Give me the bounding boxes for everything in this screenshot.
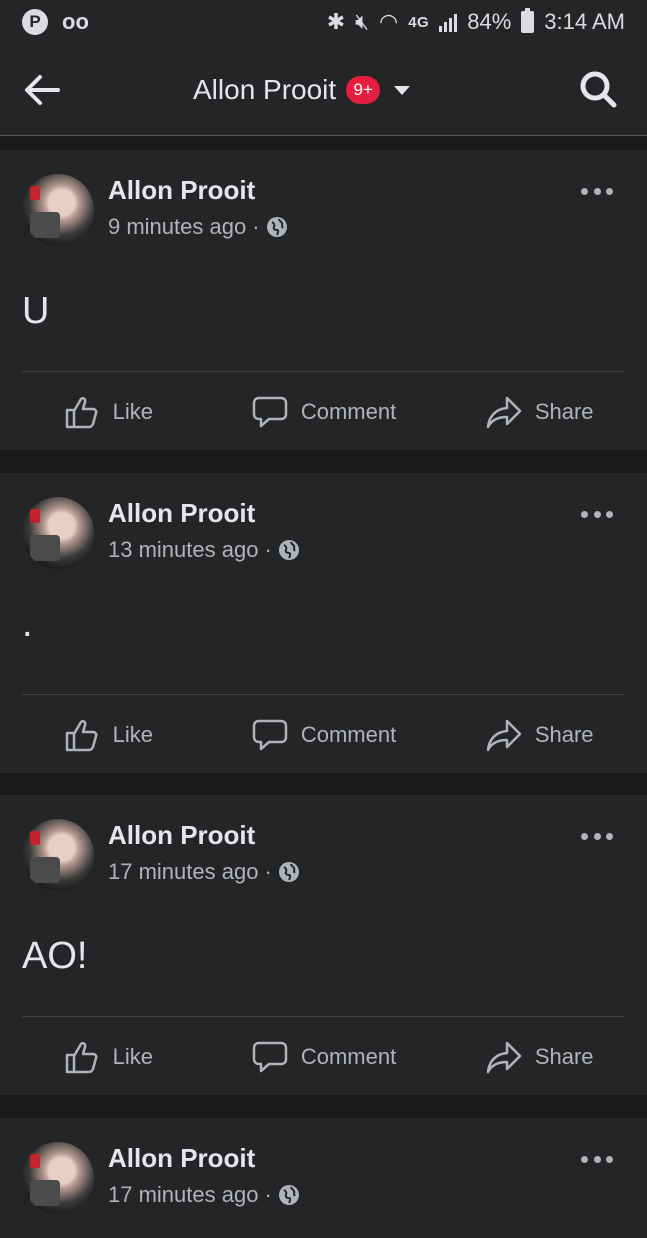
notification-badge: 9+: [346, 76, 381, 104]
search-icon[interactable]: [577, 68, 619, 110]
share-label: Share: [534, 1044, 594, 1069]
mute-icon: 🔇︎: [355, 9, 370, 34]
post-card: Allon Prooit 13 minutes ago · . Like Com…: [0, 473, 647, 773]
author-name[interactable]: Allon Prooit: [108, 498, 255, 529]
comment-icon: [252, 396, 288, 428]
post-card: Allon Prooit 17 minutes ago ·: [0, 1118, 647, 1238]
comment-icon: [252, 719, 288, 751]
post-header: Allon Prooit 13 minutes ago ·: [22, 493, 625, 573]
profile-switcher[interactable]: Allon Prooit 9+: [193, 44, 411, 136]
post-text: U: [22, 290, 50, 332]
voicemail-icon: oo: [62, 9, 89, 34]
share-label: Share: [534, 722, 594, 747]
back-arrow-icon[interactable]: [22, 70, 62, 110]
comment-button[interactable]: Comment: [216, 372, 432, 452]
post-header: Allon Prooit 17 minutes ago ·: [22, 815, 625, 895]
share-button[interactable]: Share: [431, 1017, 647, 1097]
post-text: AO!: [22, 935, 88, 977]
comment-icon: [252, 1041, 288, 1073]
caret-down-icon: [394, 85, 411, 95]
network-type: 4G: [408, 13, 430, 31]
thumbs-up-icon: [65, 719, 98, 752]
comment-button[interactable]: Comment: [216, 695, 432, 775]
more-options-icon[interactable]: [581, 1154, 613, 1164]
more-options-icon[interactable]: [581, 509, 613, 519]
globe-icon: [266, 217, 287, 237]
status-bar: P oo ✱ 🔇︎ ◠ 4G 84% 3:14 AM: [0, 0, 647, 44]
like-label: Like: [112, 722, 154, 747]
avatar[interactable]: [22, 1142, 94, 1214]
globe-icon: [278, 862, 299, 882]
battery-icon: [521, 8, 535, 33]
signal-icon: [439, 12, 458, 32]
globe-icon: [278, 540, 299, 560]
post-meta: 13 minutes ago ·: [108, 537, 300, 563]
parking-app-icon: P: [22, 9, 48, 35]
bluetooth-icon: ✱: [326, 9, 346, 34]
timestamp[interactable]: 17 minutes ago ·: [108, 1182, 272, 1208]
timestamp[interactable]: 13 minutes ago ·: [108, 537, 272, 563]
share-icon: [486, 1041, 522, 1074]
thumbs-up-icon: [65, 396, 98, 429]
share-icon: [486, 719, 522, 752]
more-options-icon[interactable]: [581, 186, 613, 196]
app-header: Allon Prooit 9+: [0, 44, 647, 136]
share-label: Share: [534, 399, 594, 424]
like-label: Like: [112, 1044, 154, 1069]
share-button[interactable]: Share: [431, 695, 647, 775]
share-icon: [486, 396, 522, 429]
comment-label: Comment: [300, 1044, 397, 1069]
author-name[interactable]: Allon Prooit: [108, 175, 255, 206]
avatar[interactable]: [22, 819, 94, 891]
post-meta: 17 minutes ago ·: [108, 1182, 300, 1208]
page-title: Allon Prooit: [193, 74, 337, 105]
post-actions: Like Comment Share: [0, 695, 647, 775]
post-text: .: [22, 603, 33, 645]
comment-label: Comment: [300, 722, 397, 747]
post-header: Allon Prooit 9 minutes ago ·: [22, 170, 625, 250]
author-name[interactable]: Allon Prooit: [108, 1143, 255, 1174]
avatar[interactable]: [22, 174, 94, 246]
like-label: Like: [112, 399, 154, 424]
post-meta: 9 minutes ago ·: [108, 214, 288, 240]
timestamp[interactable]: 17 minutes ago ·: [108, 859, 272, 885]
like-button[interactable]: Like: [0, 1017, 216, 1097]
comment-button[interactable]: Comment: [216, 1017, 432, 1097]
post-header: Allon Prooit 17 minutes ago ·: [22, 1138, 625, 1218]
author-name[interactable]: Allon Prooit: [108, 820, 255, 851]
post-card: Allon Prooit 9 minutes ago · U Like Comm…: [0, 150, 647, 450]
clock: 3:14 AM: [544, 9, 625, 34]
like-button[interactable]: Like: [0, 372, 216, 452]
globe-icon: [278, 1185, 299, 1205]
post-actions: Like Comment Share: [0, 372, 647, 452]
post-card: Allon Prooit 17 minutes ago · AO! Like C…: [0, 795, 647, 1095]
thumbs-up-icon: [65, 1041, 98, 1074]
avatar[interactable]: [22, 497, 94, 569]
post-actions: Like Comment Share: [0, 1017, 647, 1097]
share-button[interactable]: Share: [431, 372, 647, 452]
comment-label: Comment: [300, 399, 397, 424]
post-meta: 17 minutes ago ·: [108, 859, 300, 885]
wifi-icon: ◠: [379, 9, 399, 34]
more-options-icon[interactable]: [581, 831, 613, 841]
battery-percent: 84%: [467, 9, 512, 34]
timestamp[interactable]: 9 minutes ago ·: [108, 214, 260, 240]
like-button[interactable]: Like: [0, 695, 216, 775]
